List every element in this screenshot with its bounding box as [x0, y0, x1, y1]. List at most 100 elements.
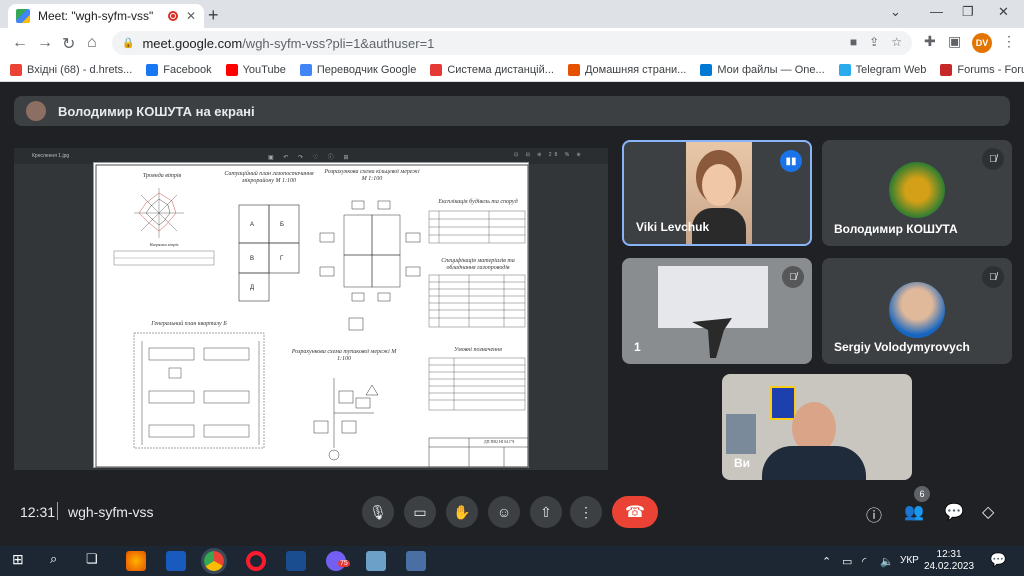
notifications-icon[interactable]: 💬	[990, 552, 1006, 568]
bookmark-item[interactable]: Мои файлы — One...	[700, 63, 825, 76]
bookmark-label: Facebook	[163, 63, 212, 76]
label-situation-plan: Ситуаційний план газопостачання мікрорай…	[224, 171, 314, 185]
meeting-code: wgh-syfm-vss	[68, 504, 154, 520]
bookmark-item[interactable]: Telegram Web	[838, 63, 926, 76]
bookmark-icon	[225, 63, 238, 76]
microphone-button[interactable]: 🎙	[362, 496, 394, 528]
viewer-tools: ▣ ↶ ↷ ♡ ⓘ ⊞	[268, 155, 353, 161]
label-wind-rose: Троянда вітрів	[142, 173, 182, 179]
minimize-icon[interactable]: —	[930, 4, 943, 19]
app-icon[interactable]	[406, 551, 426, 571]
restore-icon[interactable]: ❐	[962, 4, 974, 20]
bookmark-icon	[838, 63, 851, 76]
bookmark-label: YouTube	[242, 63, 286, 76]
bookmark-label: Домашняя страни...	[584, 63, 687, 76]
meet-favicon-icon	[16, 9, 30, 23]
participant-tile[interactable]: 🎙̸ Sergiy Volodymyrovych	[822, 258, 1012, 364]
viewer-title: Креслення 1.jpg	[32, 153, 70, 159]
share-icon[interactable]: ⇪	[869, 35, 879, 49]
bookmark-icon	[700, 63, 713, 76]
browser-tab[interactable]: Meet: "wgh-syfm-vss" ✕	[8, 4, 204, 28]
bookmark-item[interactable]: Система дистанцій...	[430, 63, 554, 76]
chrome-icon[interactable]	[201, 548, 227, 574]
save-app-icon[interactable]	[286, 551, 306, 571]
close-tab-icon[interactable]: ✕	[186, 9, 196, 23]
search-icon[interactable]: ⌕	[50, 551, 70, 571]
browser-tab-strip: Meet: "wgh-syfm-vss" ✕ + ⌄ — ❐ ✕	[0, 0, 1024, 28]
people-count-badge: 6	[914, 486, 930, 502]
wind-rose	[134, 188, 184, 238]
presenter-avatar	[26, 101, 46, 121]
general-plan	[133, 332, 265, 449]
viewer-zoom: ⊡ ⊟ ⊕ 28 % ⊕	[514, 152, 584, 158]
participant-tile[interactable]: ▮▮ Viki Levchuk	[622, 140, 812, 246]
tab-title: Meet: "wgh-syfm-vss"	[38, 9, 154, 23]
wifi-icon[interactable]: ◜	[862, 555, 866, 568]
camera-in-use-icon[interactable]: ■	[850, 35, 857, 49]
leave-call-button[interactable]: ☎	[612, 496, 658, 528]
address-bar[interactable]: 🔒 meet.google.com /wgh-syfm-vss?pli=1&au…	[112, 31, 912, 55]
bookmark-icon	[940, 63, 953, 76]
bookmark-item[interactable]: Домашняя страни...	[567, 63, 687, 76]
taskbar-clock[interactable]: 12:31 24.02.2023	[924, 549, 974, 573]
language-indicator[interactable]: УКР	[900, 555, 919, 566]
present-button[interactable]: ⇧	[530, 496, 562, 528]
participant-tile[interactable]: 🎙̸ Володимир КОШУТА	[822, 140, 1012, 246]
participant-face	[702, 164, 736, 206]
legend-table	[428, 357, 526, 411]
label-dead-end: Розрахункова схема тупикової мережі М 1:…	[291, 349, 397, 363]
svg-text:Г: Г	[280, 256, 284, 262]
more-options-button[interactable]: ⋮	[570, 496, 602, 528]
emoji-button[interactable]: ☺	[488, 496, 520, 528]
svg-text:Д: Д	[250, 285, 254, 291]
speaking-indicator-icon: ▮▮	[780, 150, 802, 172]
home-icon[interactable]: ⌂	[87, 34, 97, 52]
opera-icon[interactable]	[246, 551, 266, 571]
word-icon[interactable]	[166, 551, 186, 571]
divider	[57, 502, 58, 520]
screen-share[interactable]: Креслення 1.jpg ▣ ↶ ↷ ♡ ⓘ ⊞ ⊡ ⊟ ⊕ 28 % ⊕	[14, 148, 608, 470]
label-general-plan: Генеральний план кварталу Б	[151, 321, 227, 327]
extensions-icon[interactable]: ✚	[924, 33, 936, 50]
bookmark-item[interactable]: Forums - Forumua....	[940, 63, 1024, 76]
profile-avatar[interactable]: DV	[972, 33, 992, 53]
activities-icon[interactable]: ◇	[982, 502, 994, 522]
tab-search-icon[interactable]: ⌄	[890, 4, 901, 20]
bookmarks-bar: Вхідні (68) - d.hrets... Facebook YouTube П…	[0, 58, 1024, 82]
camera-button[interactable]: ▭	[404, 496, 436, 528]
bookmark-label: Мои файлы — One...	[717, 63, 825, 76]
bookmark-item[interactable]: Переводчик Google	[299, 63, 416, 76]
bookmark-item[interactable]: Вхідні (68) - d.hrets...	[10, 63, 132, 76]
raise-hand-button[interactable]: ✋	[446, 496, 478, 528]
self-view-tile[interactable]: Ви	[722, 374, 912, 480]
participant-tile[interactable]: 🎙̸ 1	[622, 258, 812, 364]
close-window-icon[interactable]: ✕	[998, 4, 1009, 20]
firefox-icon[interactable]	[126, 551, 146, 571]
battery-icon[interactable]: ▭	[842, 555, 852, 568]
svg-text:Б: Б	[280, 222, 284, 228]
presenter-banner: Володимир КОШУТА на екрані	[14, 96, 1010, 126]
task-view-icon[interactable]: ❏	[86, 551, 106, 571]
menu-icon[interactable]: ⋮	[1002, 33, 1016, 50]
chat-icon[interactable]: 💬	[944, 502, 964, 522]
tray-overflow-icon[interactable]: ⌃	[822, 555, 831, 568]
participant-name: Володимир КОШУТА	[834, 222, 958, 236]
new-tab-button[interactable]: +	[208, 5, 219, 26]
reload-icon[interactable]: ↻	[62, 34, 75, 54]
forward-icon[interactable]: →	[37, 34, 53, 52]
bookmark-item[interactable]: Facebook	[146, 63, 212, 76]
materials-table	[428, 274, 526, 328]
lock-icon[interactable]: 🔒	[122, 38, 134, 49]
meeting-details-icon[interactable]: ⓘ	[866, 502, 882, 526]
bookmark-label: Система дистанцій...	[447, 63, 554, 76]
start-icon[interactable]: ⊞	[12, 551, 32, 571]
bookmark-item[interactable]: YouTube	[225, 63, 286, 76]
bookmark-star-icon[interactable]: ☆	[891, 35, 902, 49]
coat-of-arms-icon	[770, 386, 796, 420]
meet-controls: 12:31 wgh-syfm-vss 🎙 ▭ ✋ ☺ ⇧ ⋮ ☎ ⓘ 👥 💬 ◇	[0, 494, 1024, 534]
side-panel-icon[interactable]: ▣	[948, 33, 961, 50]
back-icon[interactable]: ←	[12, 34, 28, 52]
volume-icon[interactable]: 🔈	[880, 555, 894, 568]
people-icon[interactable]: 👥	[904, 502, 924, 522]
notepad-icon[interactable]	[366, 551, 386, 571]
